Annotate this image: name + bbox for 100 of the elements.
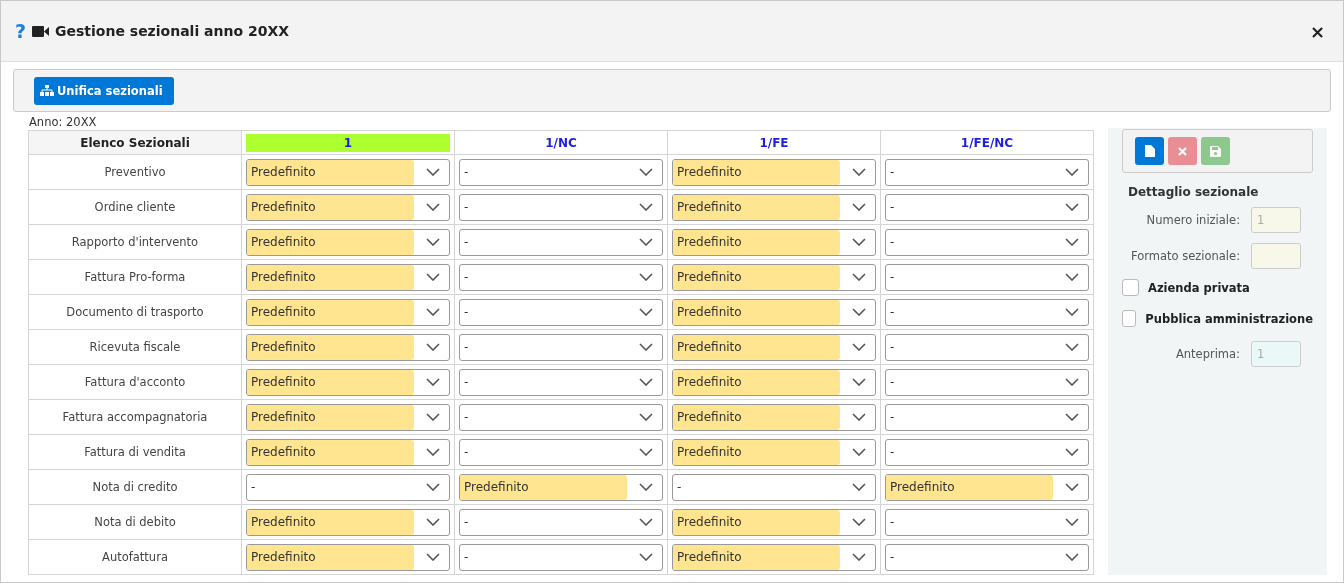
checkbox-label: Pubblica amministrazione bbox=[1145, 311, 1313, 326]
caret-icon bbox=[426, 378, 440, 386]
dropdown[interactable]: - bbox=[459, 158, 663, 186]
caret-icon bbox=[1065, 273, 1079, 281]
caret-icon bbox=[639, 168, 653, 176]
caret-icon bbox=[639, 308, 653, 316]
dropdown[interactable]: - bbox=[459, 508, 663, 536]
document-icon bbox=[1144, 145, 1155, 157]
caret-icon bbox=[1065, 203, 1079, 211]
caret-icon bbox=[1065, 238, 1079, 246]
caret-icon bbox=[426, 553, 440, 561]
row-label: Preventivo bbox=[28, 154, 242, 190]
caret-icon bbox=[1065, 378, 1079, 386]
caret-icon bbox=[426, 238, 440, 246]
dropdown[interactable]: Predefinito bbox=[246, 508, 450, 536]
dropdown[interactable]: - bbox=[459, 298, 663, 326]
row-label: Fattura d'acconto bbox=[28, 364, 242, 400]
caret-icon bbox=[639, 413, 653, 421]
dropdown[interactable]: - bbox=[459, 228, 663, 256]
dropdown[interactable]: - bbox=[459, 403, 663, 431]
dropdown[interactable]: Predefinito bbox=[246, 543, 450, 571]
row-label: Documento di trasporto bbox=[28, 294, 242, 330]
close-button[interactable]: × bbox=[1305, 20, 1329, 42]
dropdown[interactable]: Predefinito bbox=[246, 158, 450, 186]
caret-icon bbox=[639, 273, 653, 281]
dropdown[interactable]: - bbox=[885, 158, 1089, 186]
dropdown[interactable]: Predefinito bbox=[246, 298, 450, 326]
dropdown[interactable]: - bbox=[885, 508, 1089, 536]
caret-icon bbox=[1065, 168, 1079, 176]
dropdown[interactable]: Predefinito bbox=[672, 158, 876, 186]
dropdown[interactable]: Predefinito bbox=[246, 263, 450, 291]
dropdown[interactable]: - bbox=[459, 263, 663, 291]
dropdown[interactable]: Predefinito bbox=[246, 193, 450, 221]
dropdown[interactable]: - bbox=[459, 368, 663, 396]
caret-icon bbox=[639, 238, 653, 246]
dropdown[interactable]: - bbox=[885, 333, 1089, 361]
dropdown[interactable]: - bbox=[459, 193, 663, 221]
dropdown[interactable]: - bbox=[885, 438, 1089, 466]
caret-icon bbox=[426, 483, 440, 491]
caret-icon bbox=[852, 413, 866, 421]
field-label: Numero iniziale: bbox=[1146, 213, 1240, 227]
unify-button[interactable]: Unifica sezionali bbox=[34, 76, 174, 105]
caret-icon bbox=[426, 273, 440, 281]
column-header[interactable]: 1 bbox=[246, 133, 450, 152]
sitemap-icon bbox=[40, 85, 54, 96]
caret-icon bbox=[852, 203, 866, 211]
row-label: Rapporto d'intervento bbox=[28, 224, 242, 260]
dropdown[interactable]: Predefinito bbox=[672, 438, 876, 466]
checkbox[interactable] bbox=[1122, 310, 1137, 327]
row-label: Fattura di vendita bbox=[28, 434, 242, 470]
caret-icon bbox=[1065, 483, 1079, 491]
new-button[interactable] bbox=[1135, 137, 1164, 165]
checkbox[interactable] bbox=[1122, 279, 1139, 296]
caret-icon bbox=[639, 483, 653, 491]
caret-icon bbox=[426, 343, 440, 351]
caret-icon bbox=[852, 518, 866, 526]
dropdown[interactable]: Predefinito bbox=[246, 333, 450, 361]
dropdown[interactable]: - bbox=[459, 333, 663, 361]
dropdown[interactable]: - bbox=[885, 298, 1089, 326]
caret-icon bbox=[1065, 343, 1079, 351]
caret-icon bbox=[1065, 518, 1079, 526]
dropdown[interactable]: Predefinito bbox=[672, 298, 876, 326]
dropdown[interactable]: Predefinito bbox=[459, 473, 663, 501]
dropdown[interactable]: - bbox=[885, 228, 1089, 256]
caret-icon bbox=[852, 238, 866, 246]
dropdown[interactable]: Predefinito bbox=[246, 368, 450, 396]
field-label: Formato sezionale: bbox=[1130, 249, 1240, 263]
dropdown[interactable]: - bbox=[885, 263, 1089, 291]
dropdown[interactable]: - bbox=[885, 403, 1089, 431]
dropdown[interactable]: - bbox=[672, 473, 876, 501]
dropdown[interactable]: Predefinito bbox=[246, 403, 450, 431]
dropdown[interactable]: Predefinito bbox=[246, 228, 450, 256]
row-label: Autofattura bbox=[28, 539, 242, 575]
dropdown[interactable]: Predefinito bbox=[672, 263, 876, 291]
dropdown[interactable]: - bbox=[459, 438, 663, 466]
caret-icon bbox=[1065, 413, 1079, 421]
dropdown[interactable]: - bbox=[885, 193, 1089, 221]
help-icon[interactable]: ? bbox=[15, 20, 27, 42]
field-label: Anteprima: bbox=[1175, 347, 1240, 361]
caret-icon bbox=[426, 518, 440, 526]
caret-icon bbox=[852, 343, 866, 351]
dropdown[interactable]: Predefinito bbox=[672, 193, 876, 221]
caret-icon bbox=[639, 553, 653, 561]
dropdown[interactable]: - bbox=[459, 543, 663, 571]
dropdown[interactable]: Predefinito bbox=[246, 438, 450, 466]
dropdown[interactable]: - bbox=[885, 368, 1089, 396]
dropdown[interactable]: Predefinito bbox=[672, 508, 876, 536]
row-label: Fattura accompagnatoria bbox=[28, 399, 242, 435]
dropdown[interactable]: Predefinito bbox=[885, 473, 1089, 501]
row-label: Nota di credito bbox=[28, 469, 242, 505]
dropdown[interactable]: - bbox=[246, 473, 450, 501]
dropdown[interactable]: Predefinito bbox=[672, 403, 876, 431]
dropdown[interactable]: Predefinito bbox=[672, 368, 876, 396]
dropdown[interactable]: - bbox=[885, 543, 1089, 571]
text-field[interactable] bbox=[1251, 243, 1301, 269]
dropdown[interactable]: Predefinito bbox=[672, 333, 876, 361]
row-label: Nota di debito bbox=[28, 504, 242, 540]
row-label: Ricevuta fiscale bbox=[28, 329, 242, 365]
dropdown[interactable]: Predefinito bbox=[672, 543, 876, 571]
dropdown[interactable]: Predefinito bbox=[672, 228, 876, 256]
